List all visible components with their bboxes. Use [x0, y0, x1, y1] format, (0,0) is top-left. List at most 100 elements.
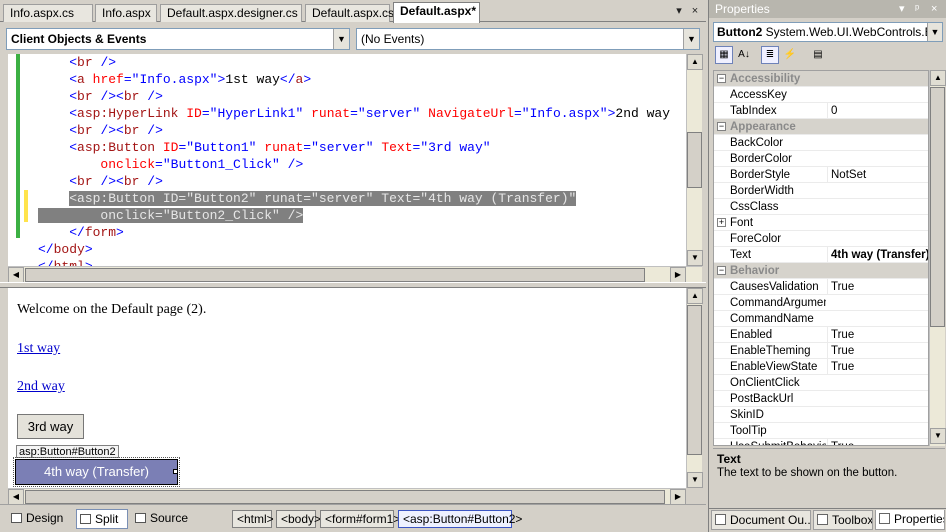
button-3rd-way[interactable]: 3rd way — [17, 414, 84, 439]
unsaved-changes-marker — [24, 190, 28, 222]
property-row[interactable]: BackColor — [714, 135, 928, 151]
scroll-right-icon[interactable]: ▶ — [670, 489, 686, 505]
events-icon[interactable]: ⚡ — [781, 46, 799, 64]
button-4th-way-selected[interactable]: 4th way (Transfer) — [13, 457, 180, 487]
tab-default-aspx-cs[interactable]: Default.aspx.cs — [305, 4, 394, 22]
view-design-button[interactable]: Design — [8, 509, 70, 529]
expand-icon[interactable]: + — [717, 218, 726, 227]
collapse-icon[interactable]: − — [717, 266, 726, 275]
property-grid[interactable]: − Accessibility AccessKey TabIndex 0− Appeara… — [713, 70, 929, 446]
chevron-down-icon[interactable]: ▼ — [333, 29, 349, 49]
design-surface[interactable]: Welcome on the Default page (2). 1st way… — [8, 288, 686, 488]
code-horizontal-scrollbar[interactable]: ◀ ▶ — [8, 266, 702, 283]
link-2nd-way[interactable]: 2nd way — [17, 379, 65, 395]
property-row[interactable]: BorderColor — [714, 151, 928, 167]
code-hscroll-thumb[interactable] — [25, 268, 645, 282]
property-row[interactable]: Enabled True — [714, 327, 928, 343]
design-vertical-scrollbar[interactable]: ▲ ▼ — [686, 288, 703, 488]
scroll-down-icon[interactable]: ▼ — [687, 472, 703, 488]
property-row[interactable]: BorderWidth — [714, 183, 928, 199]
property-name: ToolTip — [730, 425, 767, 437]
property-row[interactable]: ToolTip — [714, 423, 928, 439]
client-objects-combo[interactable]: Client Objects & Events ▼ — [6, 28, 350, 50]
design-horizontal-scrollbar[interactable]: ◀ ▶ — [8, 488, 686, 505]
alphabetical-icon[interactable]: A↓ — [735, 46, 753, 64]
breadcrumb-item[interactable]: <asp:Button#Button2> — [398, 510, 522, 528]
breadcrumb-item[interactable]: <body> — [276, 510, 321, 528]
property-row[interactable]: SkinID — [714, 407, 928, 423]
events-combo[interactable]: (No Events) ▼ — [356, 28, 700, 50]
view-split-button[interactable]: Split — [76, 509, 128, 529]
scroll-up-icon[interactable]: ▲ — [687, 288, 703, 304]
categorized-icon[interactable]: ▦ — [715, 46, 733, 64]
scroll-up-icon[interactable]: ▲ — [687, 54, 703, 70]
property-row[interactable]: CssClass — [714, 199, 928, 215]
collapse-icon[interactable]: − — [717, 122, 726, 131]
code-scroll-thumb[interactable] — [687, 132, 702, 188]
property-value[interactable]: True — [827, 327, 928, 343]
property-row[interactable]: EnableViewState True — [714, 359, 928, 375]
tab-default-aspx-[interactable]: Default.aspx* — [393, 2, 480, 23]
property-row[interactable]: CommandArgument — [714, 295, 928, 311]
source-code-editor[interactable]: <br /> <a href="Info.aspx">1st way</a> <… — [8, 54, 686, 266]
scroll-left-icon[interactable]: ◀ — [8, 489, 24, 505]
property-name: AccessKey — [730, 89, 787, 101]
property-row[interactable]: CausesValidation True — [714, 279, 928, 295]
tab-info-aspx-cs[interactable]: Info.aspx.cs — [3, 4, 93, 22]
design-hscroll-thumb[interactable] — [25, 490, 665, 504]
property-value[interactable]: 0 — [827, 103, 928, 119]
property-value[interactable]: True — [827, 343, 928, 359]
property-pages-icon[interactable]: ▤ — [809, 46, 827, 64]
tab-properties[interactable]: Properties — [875, 510, 945, 530]
property-value[interactable]: True — [827, 439, 928, 445]
property-row[interactable]: ForeColor — [714, 231, 928, 247]
property-row[interactable]: Text 4th way (Transfer) — [714, 247, 928, 263]
window-position-icon[interactable]: ▾ — [899, 0, 905, 18]
property-value[interactable]: True — [827, 359, 928, 375]
view-source-button[interactable]: Source — [132, 509, 190, 529]
property-category[interactable]: − Accessibility — [714, 71, 928, 87]
tab-info-aspx[interactable]: Info.aspx — [95, 4, 157, 22]
collapse-icon[interactable]: − — [717, 74, 726, 83]
property-row[interactable]: EnableTheming True — [714, 343, 928, 359]
property-row[interactable]: OnClientClick — [714, 375, 928, 391]
property-value[interactable]: 4th way (Transfer) — [827, 247, 928, 263]
property-row[interactable]: + Font — [714, 215, 928, 231]
code-vertical-scrollbar[interactable]: ▲ ▼ — [686, 54, 703, 266]
property-row[interactable]: PostBackUrl — [714, 391, 928, 407]
tab-toolbox[interactable]: Toolbox — [813, 510, 873, 530]
scroll-up-icon[interactable]: ▲ — [930, 70, 946, 86]
chevron-down-icon[interactable]: ▼ — [927, 23, 942, 41]
breadcrumb-item[interactable]: <form#form1> — [320, 510, 400, 528]
property-row[interactable]: CommandName — [714, 311, 928, 327]
property-category[interactable]: − Behavior — [714, 263, 928, 279]
scroll-left-icon[interactable]: ◀ — [8, 267, 24, 283]
property-grid-scrollbar[interactable]: ▲ ▼ — [929, 70, 946, 446]
object-selector-combo[interactable]: Button2 System.Web.UI.WebControls.Button… — [713, 22, 943, 42]
code-line: <asp:HyperLink ID="HyperLink1" runat="se… — [38, 105, 670, 122]
scroll-down-icon[interactable]: ▼ — [687, 250, 703, 266]
property-row[interactable]: TabIndex 0 — [714, 103, 928, 119]
property-value[interactable]: NotSet — [827, 167, 928, 183]
scroll-down-icon[interactable]: ▼ — [930, 428, 946, 444]
close-icon[interactable]: × — [931, 0, 937, 18]
tab-default-aspx-designer-cs[interactable]: Default.aspx.designer.cs — [160, 4, 302, 22]
tab-document-ou-[interactable]: Document Ou... — [711, 510, 811, 530]
property-row[interactable]: AccessKey — [714, 87, 928, 103]
properties-title-bar[interactable]: Properties ▾ ᵖ × — [709, 0, 946, 18]
property-value[interactable]: True — [827, 279, 928, 295]
design-scroll-thumb[interactable] — [687, 305, 702, 455]
resize-handle[interactable] — [173, 469, 178, 474]
property-row[interactable]: BorderStyle NotSet — [714, 167, 928, 183]
close-document-icon[interactable]: × — [688, 4, 702, 18]
link-1st-way[interactable]: 1st way — [17, 341, 60, 357]
property-row[interactable]: UseSubmitBehaviorTrue — [714, 439, 928, 445]
auto-hide-pin-icon[interactable]: ᵖ — [915, 0, 919, 18]
property-grid-scroll-thumb[interactable] — [930, 87, 945, 327]
properties-icon[interactable]: ≣ — [761, 46, 779, 64]
property-category[interactable]: − Appearance — [714, 119, 928, 135]
scroll-right-icon[interactable]: ▶ — [670, 267, 686, 283]
breadcrumb-item[interactable]: <html> — [232, 510, 274, 528]
chevron-down-icon[interactable]: ▼ — [683, 29, 699, 49]
tab-list-dropdown-icon[interactable]: ▾ — [672, 4, 686, 18]
